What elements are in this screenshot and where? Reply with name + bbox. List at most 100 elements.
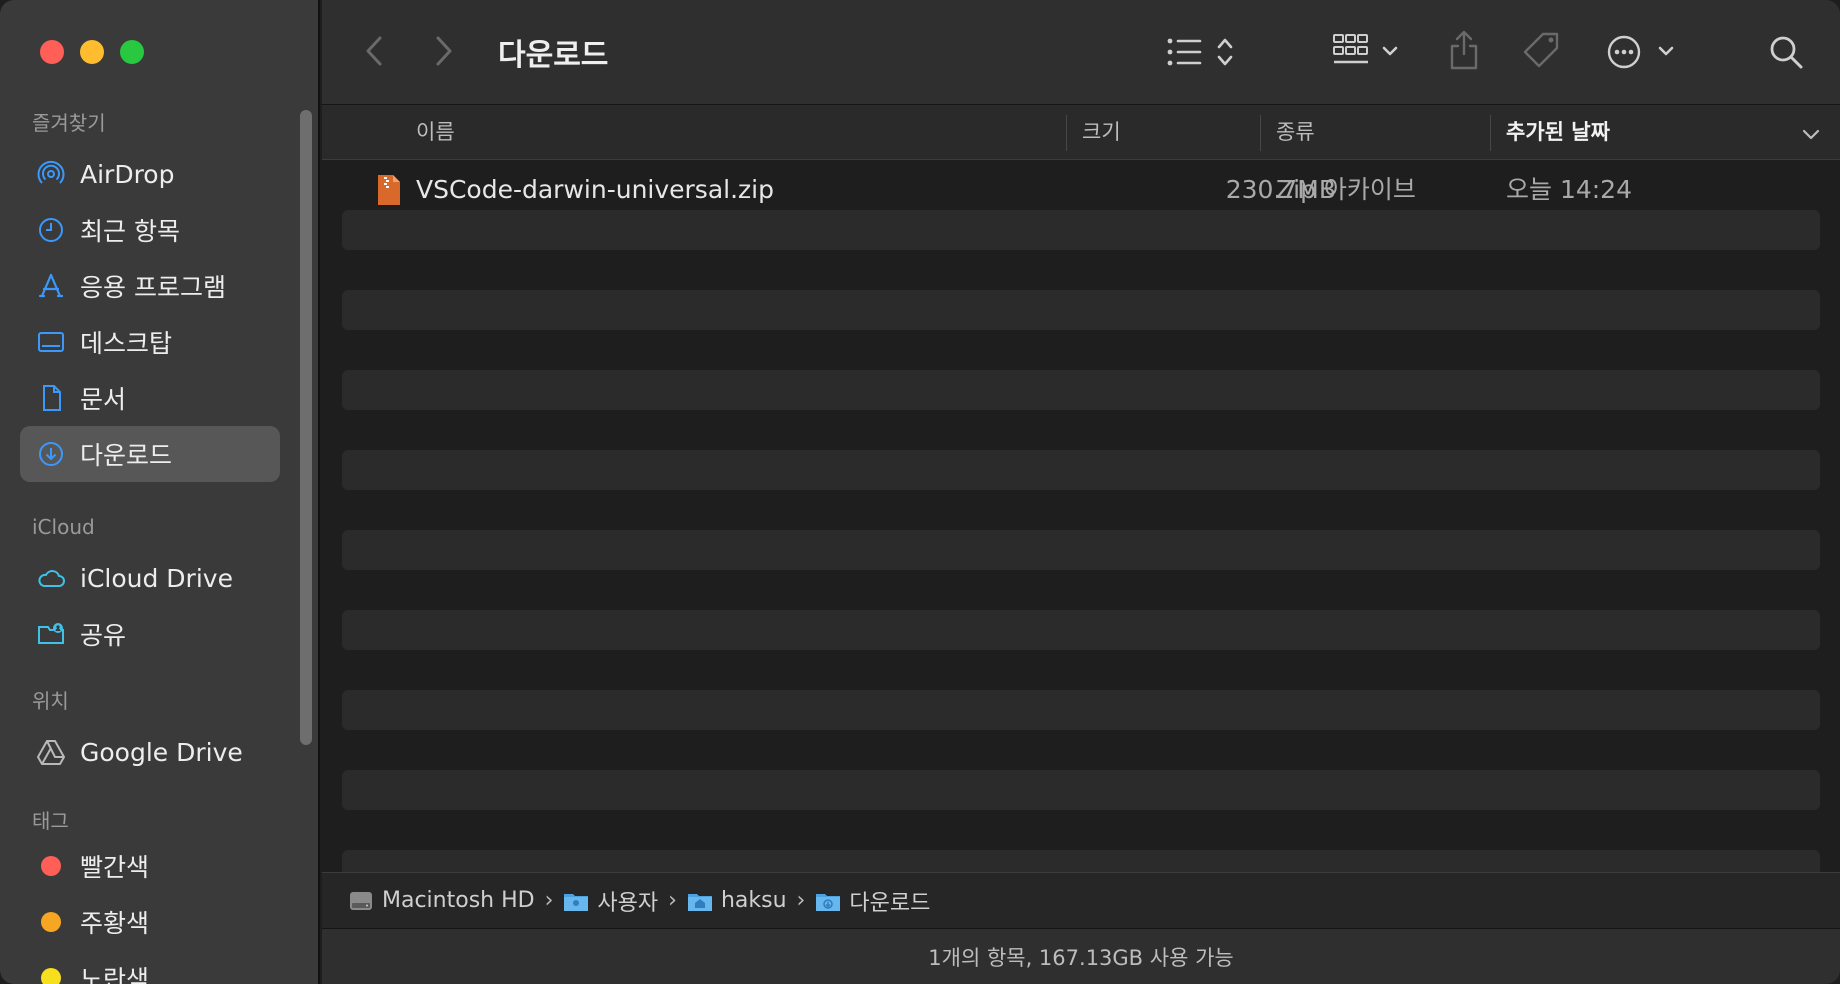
chevron-right-icon — [436, 36, 452, 66]
sidebar-item-label: 빨간색 — [80, 853, 150, 882]
window-controls — [40, 40, 144, 64]
path-item-macintosh-hd[interactable]: Macintosh HD — [348, 888, 535, 913]
row-stripe — [342, 370, 1820, 410]
group-button[interactable] — [1332, 32, 1404, 72]
sidebar-item-downloads[interactable]: 다운로드 — [20, 426, 280, 482]
sidebar-item-label: 공유 — [80, 621, 127, 650]
search-button[interactable] — [1766, 32, 1806, 72]
sidebar-item-label: 노란색 — [80, 965, 150, 984]
sidebar-section-locations: 위치 Google Drive — [0, 686, 300, 780]
share-button[interactable] — [1446, 28, 1482, 72]
chevron-right-icon: › — [544, 888, 554, 913]
action-menu-button[interactable] — [1606, 32, 1680, 72]
close-window-button[interactable] — [40, 40, 64, 64]
clock-icon — [36, 215, 66, 245]
sidebar-item-label: AirDrop — [80, 159, 175, 189]
chevron-right-icon: › — [668, 888, 677, 913]
downloads-folder-icon — [815, 890, 841, 912]
view-options-button[interactable] — [1166, 34, 1244, 70]
document-icon — [36, 383, 66, 413]
row-stripe — [342, 530, 1820, 570]
file-date-added: 오늘 14:24 — [1506, 175, 1632, 204]
sidebar-item-label: 응용 프로그램 — [80, 273, 226, 302]
forward-button[interactable] — [432, 34, 456, 68]
column-date-added[interactable]: 추가된 날짜 — [1506, 105, 1610, 159]
tag-button[interactable] — [1520, 30, 1564, 72]
sidebar-item-google-drive[interactable]: Google Drive — [20, 724, 280, 780]
window-title: 다운로드 — [498, 38, 609, 73]
tag-dot-container — [36, 851, 66, 881]
sidebar-item-label: 문서 — [80, 385, 127, 414]
sidebar-section-icloud: iCloud iCloud Drive 공유 — [0, 512, 300, 662]
sidebar-item-recents[interactable]: 최근 항목 — [20, 202, 280, 258]
path-item-users[interactable]: 사용자 — [563, 885, 658, 917]
column-header: 이름 크기 종류 추가된 날짜 — [322, 105, 1840, 160]
sidebar-item-icloud-drive[interactable]: iCloud Drive — [20, 550, 280, 606]
row-stripe — [342, 690, 1820, 730]
sidebar-item-applications[interactable]: 응용 프로그램 — [20, 258, 280, 314]
column-kind[interactable]: 종류 — [1276, 105, 1315, 159]
tag-icon — [1523, 32, 1559, 68]
file-kind: Zip 아카이브 — [1276, 175, 1416, 204]
sidebar-item-tag-yellow[interactable]: 노란색 — [20, 950, 280, 984]
sidebar-item-tag-red[interactable]: 빨간색 — [20, 838, 280, 894]
path-item-label: haksu — [720, 888, 787, 913]
sidebar-item-airdrop[interactable]: AirDrop — [20, 146, 280, 202]
sidebar-item-label: iCloud Drive — [80, 563, 233, 593]
sidebar-item-shared[interactable]: 공유 — [20, 606, 280, 662]
sidebar-scrollbar[interactable] — [300, 110, 312, 745]
path-item-downloads[interactable]: 다운로드 — [815, 885, 930, 917]
sidebar-item-tag-orange[interactable]: 주황색 — [20, 894, 280, 950]
desktop-icon — [36, 327, 66, 357]
tag-yellow-dot-icon — [41, 968, 61, 984]
applications-icon — [36, 271, 66, 301]
sidebar-item-documents[interactable]: 문서 — [20, 370, 280, 426]
file-name: VSCode-darwin-universal.zip — [416, 175, 774, 204]
grid-group-icon — [1333, 34, 1398, 64]
zip-file-icon — [376, 174, 402, 214]
share-icon — [1450, 30, 1478, 70]
sidebar-header: iCloud — [32, 515, 95, 539]
cloud-icon — [36, 563, 66, 593]
file-row[interactable]: VSCode-darwin-universal.zip 230.7MB Zip … — [322, 170, 1840, 210]
sidebar-section-tags: 태그 빨간색 주황색 노란색 — [0, 806, 300, 984]
chevron-left-icon — [366, 36, 382, 66]
row-stripe — [342, 450, 1820, 490]
minimize-window-button[interactable] — [80, 40, 104, 64]
status-text: 1개의 항목, 167.13GB 사용 가능 — [928, 946, 1234, 970]
sidebar-header: 위치 — [32, 689, 69, 713]
sidebar-header: 즐겨찾기 — [32, 111, 106, 135]
back-button[interactable] — [362, 34, 386, 68]
sidebar-item-desktop[interactable]: 데스크탑 — [20, 314, 280, 370]
home-folder-icon — [687, 890, 713, 912]
hard-drive-icon — [348, 890, 374, 912]
path-item-label: Macintosh HD — [382, 888, 535, 913]
row-stripe — [342, 610, 1820, 650]
toolbar: 다운로드 — [322, 0, 1840, 105]
sidebar-section-favorites: 즐겨찾기 AirDrop 최근 항목 응용 프로그램 데스크탑 문서 다운로드 — [0, 108, 300, 482]
path-bar: Macintosh HD › 사용자 › haksu › 다운로드 — [322, 872, 1840, 928]
column-divider[interactable] — [1066, 115, 1067, 151]
sidebar-item-label: Google Drive — [80, 737, 243, 767]
sidebar-header: 태그 — [32, 809, 69, 833]
file-list: VSCode-darwin-universal.zip 230.7MB Zip … — [322, 160, 1840, 872]
row-stripe — [342, 850, 1820, 872]
sidebar-item-label: 데스크탑 — [80, 329, 173, 358]
column-size[interactable]: 크기 — [1082, 105, 1121, 159]
tag-dot-container — [36, 963, 66, 984]
chevron-right-icon: › — [796, 888, 806, 913]
sort-chevron-down-icon[interactable] — [1802, 107, 1820, 161]
column-name[interactable]: 이름 — [416, 105, 455, 159]
path-item-home[interactable]: haksu — [687, 888, 787, 913]
sidebar-item-label: 최근 항목 — [80, 217, 180, 246]
tag-orange-dot-icon — [41, 912, 61, 932]
shared-folder-icon — [36, 619, 66, 649]
sidebar: 즐겨찾기 AirDrop 최근 항목 응용 프로그램 데스크탑 문서 다운로드 … — [0, 0, 320, 984]
tag-red-dot-icon — [41, 856, 61, 876]
column-divider[interactable] — [1490, 115, 1491, 151]
zoom-window-button[interactable] — [120, 40, 144, 64]
row-stripe — [342, 770, 1820, 810]
finder-window: 즐겨찾기 AirDrop 최근 항목 응용 프로그램 데스크탑 문서 다운로드 … — [0, 0, 1840, 984]
sidebar-item-label: 다운로드 — [80, 441, 173, 470]
column-divider[interactable] — [1260, 115, 1261, 151]
